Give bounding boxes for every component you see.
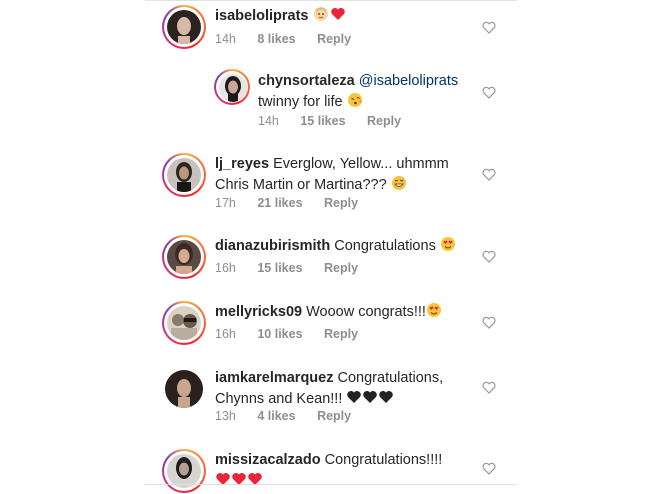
avatar[interactable] [162,449,206,493]
likes-count[interactable]: 4 likes [257,409,295,423]
avatar[interactable] [162,367,206,411]
username[interactable]: chynsortaleza [258,73,355,89]
timestamp: 16h [215,261,236,275]
comment-text: Everglow, Yellow... uhmmm [273,156,449,172]
timestamp: 14h [258,114,279,128]
username[interactable]: lj_reyes [215,156,269,172]
comment-meta: 16h 10 likes Reply [215,327,376,341]
comment-text: Wooow congrats!!! [306,304,426,320]
likes-count[interactable]: 21 likes [257,196,302,210]
heart-eyes-emoji-icon [426,302,442,325]
comment-text: Congratulations, [337,370,444,386]
reply-button[interactable]: Reply [317,32,351,46]
timestamp: 13h [215,409,236,423]
avatar-photo [167,306,201,340]
heart-outline-icon[interactable] [482,250,496,263]
username[interactable]: iamkarelmarquez [215,370,333,386]
comment-meta: 13h 4 likes Reply [215,409,369,423]
reply-button[interactable]: Reply [324,327,358,341]
avatar-photo [167,240,201,274]
reply-button[interactable]: Reply [317,409,351,423]
comment-text: Congratulations!!!! [324,452,443,468]
black-heart-emoji-icon [378,389,394,412]
comment-text: twinny for life [258,94,343,110]
heart-outline-icon[interactable] [482,316,496,329]
timestamp: 16h [215,327,236,341]
username[interactable]: missizacalzado [215,452,321,468]
grinning-sweat-emoji-icon [391,175,407,198]
avatar[interactable] [162,301,206,345]
heart-outline-icon[interactable] [482,21,496,34]
kissing-face-emoji-icon [347,92,363,115]
comment-text-line2: Chris Martin or Martina??? [215,177,387,193]
reply-button[interactable]: Reply [324,196,358,210]
comment-text-line2: Chynns and Kean!!! [215,391,343,407]
red-heart-emoji-icon [215,471,231,494]
likes-count[interactable]: 10 likes [257,327,302,341]
username[interactable]: mellyricks09 [215,304,302,320]
avatar-photo [167,10,201,44]
heart-eyes-emoji-icon [440,236,456,259]
likes-count[interactable]: 15 likes [300,114,345,128]
timestamp: 17h [215,196,236,210]
mention-link[interactable]: @isabeloliprats [359,73,458,89]
avatar[interactable] [162,153,206,197]
divider [145,0,517,1]
reply-button[interactable]: Reply [324,261,358,275]
heart-outline-icon[interactable] [482,86,496,99]
comment-meta: 17h 21 likes Reply [215,196,376,210]
red-heart-emoji-icon [247,471,263,494]
avatar-photo [219,74,247,102]
comment-meta: 14h 15 likes Reply [258,114,419,128]
avatar-photo [165,370,203,408]
likes-count[interactable]: 8 likes [257,32,295,46]
likes-count[interactable]: 15 likes [257,261,302,275]
baby-face-emoji-icon [313,6,329,29]
avatar[interactable] [162,5,206,49]
heart-outline-icon[interactable] [482,462,496,475]
username[interactable]: isabeloliprats [215,8,308,24]
red-heart-emoji-icon [231,471,247,494]
comments-panel: isabeloliprats 14h 8 likes Reply chynsor… [145,0,517,494]
avatar-photo [167,158,201,192]
comment-meta: 16h 15 likes Reply [215,261,376,275]
timestamp: 14h [215,32,236,46]
comment-text: Congratulations [334,238,436,254]
heart-outline-icon[interactable] [482,381,496,394]
reply-button[interactable]: Reply [367,114,401,128]
red-heart-emoji-icon [330,6,346,29]
username[interactable]: dianazubirismith [215,238,330,254]
avatar[interactable] [214,69,250,105]
heart-outline-icon[interactable] [482,168,496,181]
comment-meta: 14h 8 likes Reply [215,32,369,46]
avatar[interactable] [162,235,206,279]
divider [145,484,517,485]
avatar-photo [167,454,201,488]
